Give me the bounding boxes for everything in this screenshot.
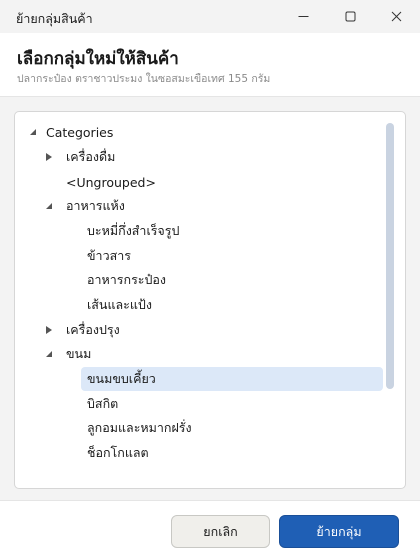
tree-node-rice[interactable]: ข้าวสาร [81,244,381,268]
collapsed-arrow-icon[interactable] [43,151,55,163]
tree-node-dry-food[interactable]: อาหารแห้ง [41,194,381,218]
product-name: ปลากระป๋อง ตราชาวประมง ในซอสมะเขือเทศ 15… [17,73,271,85]
minimize-icon [298,16,308,17]
tree-node-snacks[interactable]: ขนม [41,342,381,366]
tree-node-candy-gum[interactable]: ลูกอมและหมากฝรั่ง [81,416,381,440]
tree-node-label: <Ungrouped> [66,174,156,190]
tree-node-canned-food[interactable]: อาหารกระป๋อง [81,268,381,292]
tree-node-instant-noodles[interactable]: บะหมี่กึ่งสำเร็จรูป [81,219,381,243]
tree-node-root[interactable]: Categories [21,120,381,144]
minimize-button[interactable] [280,0,326,33]
tree-node-label: เส้นและแป้ง [87,297,152,312]
tree-node-noodles-flour[interactable]: เส้นและแป้ง [81,293,381,317]
tree-node-label: เครื่องดื่ม [66,149,116,164]
expanded-arrow-icon[interactable] [43,348,55,360]
maximize-button[interactable] [327,0,373,33]
tree-node-crunchy-snacks[interactable]: ขนมขบเคี้ยว [81,367,383,391]
expanded-arrow-icon[interactable] [43,200,55,212]
tree-node-label: เครื่องปรุง [66,322,120,337]
cancel-button[interactable]: ยกเลิก [171,515,270,548]
tree-node-label: ขนม [66,346,92,361]
collapsed-arrow-icon[interactable] [43,324,55,336]
tree-node-seasonings[interactable]: เครื่องปรุง [41,318,381,342]
category-tree[interactable]: Categories เครื่องดื่ม <Ungrouped> อาหาร… [14,111,406,489]
move-group-button[interactable]: ย้ายกลุ่ม [279,515,399,548]
tree-node-label: ลูกอมและหมากฝรั่ง [87,420,192,435]
title-bar: ย้ายกลุ่มสินค้า [0,0,420,33]
close-button[interactable] [373,0,419,33]
maximize-icon [345,11,355,22]
dialog-heading: เลือกกลุ่มใหม่ให้สินค้า [17,49,179,69]
tree-node-label: ขนมขบเคี้ยว [87,371,156,386]
tree-node-label: Categories [46,124,114,140]
tree-scrollbar[interactable] [386,117,394,483]
tree-node-beverages[interactable]: เครื่องดื่ม [41,145,381,169]
dialog-footer: ยกเลิก ย้ายกลุ่ม [0,500,420,560]
close-icon [391,11,401,22]
tree-node-label: บะหมี่กึ่งสำเร็จรูป [87,223,180,238]
window-title: ย้ายกลุ่มสินค้า [16,11,93,26]
tree-node-label: อาหารแห้ง [66,198,125,213]
dialog-content: Categories เครื่องดื่ม <Ungrouped> อาหาร… [0,97,420,500]
tree-node-label: อาหารกระป๋อง [87,272,167,287]
tree-node-ungrouped[interactable]: <Ungrouped> [41,170,381,194]
tree-node-label: ข้าวสาร [87,248,131,263]
scrollbar-thumb[interactable] [386,123,394,389]
tree-node-label: ช็อกโกแลต [87,445,149,460]
tree-node-chocolate[interactable]: ช็อกโกแลต [81,441,381,465]
dialog-header: เลือกกลุ่มใหม่ให้สินค้า ปลากระป๋อง ตราชา… [0,33,420,97]
tree-node-label: บิสกิต [87,396,119,411]
expanded-arrow-icon[interactable] [27,126,39,138]
tree-node-biscuits[interactable]: บิสกิต [81,392,381,416]
